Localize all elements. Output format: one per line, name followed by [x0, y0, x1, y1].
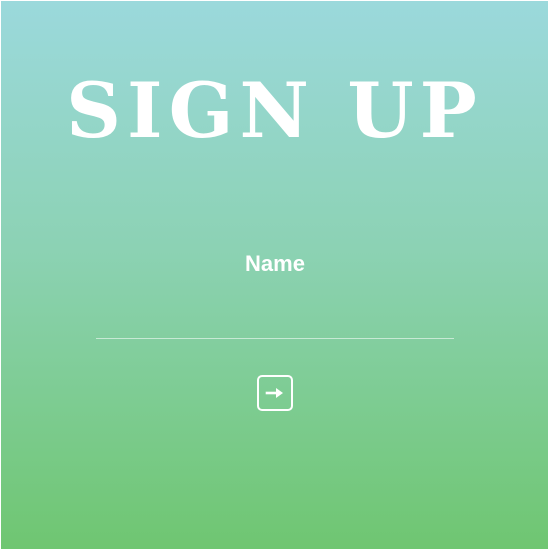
submit-button[interactable] — [257, 375, 293, 411]
arrow-right-icon — [265, 388, 283, 398]
name-label: Name — [245, 251, 305, 276]
name-field-group: Name — [96, 231, 454, 343]
page-title: SIGN UP — [66, 66, 483, 155]
signup-screen: SIGN UP Name — [1, 1, 548, 549]
name-input[interactable] — [96, 301, 454, 339]
